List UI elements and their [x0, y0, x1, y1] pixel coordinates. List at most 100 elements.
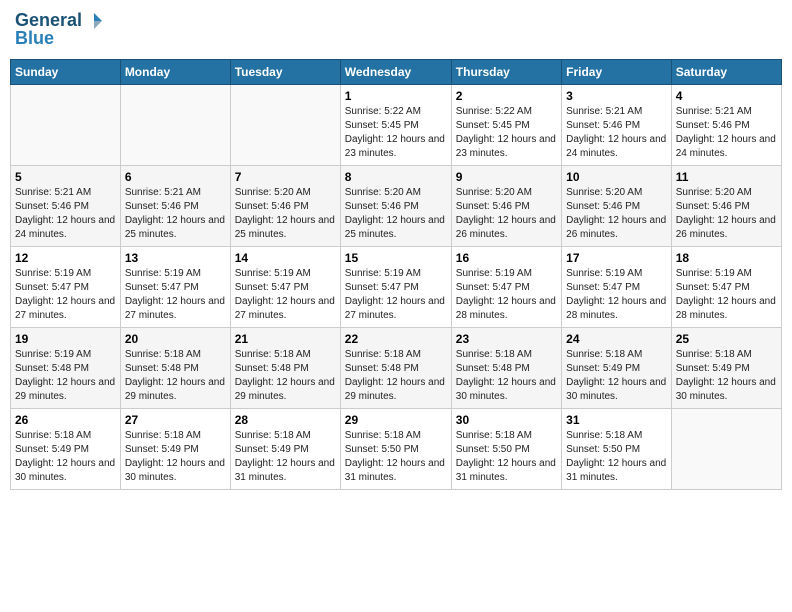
day-cell: 13 Sunrise: 5:19 AMSunset: 5:47 PMDayligh…: [120, 247, 230, 328]
day-cell: 26 Sunrise: 5:18 AMSunset: 5:49 PMDayligh…: [11, 409, 121, 490]
day-number: 7: [235, 170, 336, 184]
day-info: Sunrise: 5:19 AMSunset: 5:47 PMDaylight:…: [15, 267, 116, 323]
day-cell: 3 Sunrise: 5:21 AMSunset: 5:46 PMDaylight…: [562, 85, 672, 166]
day-cell: 6 Sunrise: 5:21 AMSunset: 5:46 PMDaylight…: [120, 166, 230, 247]
day-number: 15: [345, 251, 447, 265]
day-cell: 1 Sunrise: 5:22 AMSunset: 5:45 PMDaylight…: [340, 85, 451, 166]
day-number: 11: [676, 170, 777, 184]
day-info: Sunrise: 5:18 AMSunset: 5:48 PMDaylight:…: [456, 348, 557, 404]
logo: General Blue: [15, 10, 104, 49]
day-cell: 19 Sunrise: 5:19 AMSunset: 5:48 PMDayligh…: [11, 328, 121, 409]
day-number: 3: [566, 89, 667, 103]
day-info: Sunrise: 5:20 AMSunset: 5:46 PMDaylight:…: [235, 186, 336, 242]
calendar-header-row: SundayMondayTuesdayWednesdayThursdayFrid…: [11, 60, 782, 85]
day-info: Sunrise: 5:19 AMSunset: 5:47 PMDaylight:…: [125, 267, 226, 323]
day-cell: 21 Sunrise: 5:18 AMSunset: 5:48 PMDayligh…: [230, 328, 340, 409]
weekday-header: Wednesday: [340, 60, 451, 85]
day-number: 26: [15, 413, 116, 427]
day-number: 27: [125, 413, 226, 427]
day-info: Sunrise: 5:19 AMSunset: 5:47 PMDaylight:…: [235, 267, 336, 323]
day-info: Sunrise: 5:21 AMSunset: 5:46 PMDaylight:…: [676, 105, 777, 161]
empty-day-cell: [120, 85, 230, 166]
day-info: Sunrise: 5:22 AMSunset: 5:45 PMDaylight:…: [456, 105, 557, 161]
day-number: 12: [15, 251, 116, 265]
page-header: General Blue: [10, 10, 782, 49]
day-cell: 28 Sunrise: 5:18 AMSunset: 5:49 PMDayligh…: [230, 409, 340, 490]
day-info: Sunrise: 5:18 AMSunset: 5:49 PMDaylight:…: [235, 429, 336, 485]
weekday-header: Friday: [562, 60, 672, 85]
day-info: Sunrise: 5:21 AMSunset: 5:46 PMDaylight:…: [566, 105, 667, 161]
day-cell: 7 Sunrise: 5:20 AMSunset: 5:46 PMDaylight…: [230, 166, 340, 247]
day-number: 23: [456, 332, 557, 346]
day-number: 1: [345, 89, 447, 103]
day-number: 13: [125, 251, 226, 265]
empty-day-cell: [230, 85, 340, 166]
calendar-week-row: 19 Sunrise: 5:19 AMSunset: 5:48 PMDayligh…: [11, 328, 782, 409]
day-info: Sunrise: 5:19 AMSunset: 5:47 PMDaylight:…: [345, 267, 447, 323]
day-number: 18: [676, 251, 777, 265]
day-number: 29: [345, 413, 447, 427]
empty-day-cell: [671, 409, 781, 490]
day-cell: 20 Sunrise: 5:18 AMSunset: 5:48 PMDayligh…: [120, 328, 230, 409]
day-number: 21: [235, 332, 336, 346]
day-number: 2: [456, 89, 557, 103]
day-number: 25: [676, 332, 777, 346]
day-cell: 16 Sunrise: 5:19 AMSunset: 5:47 PMDayligh…: [451, 247, 561, 328]
day-cell: 14 Sunrise: 5:19 AMSunset: 5:47 PMDayligh…: [230, 247, 340, 328]
day-cell: 30Sunrise: 5:18 AMSunset: 5:50 PMDayligh…: [451, 409, 561, 490]
day-number: 24: [566, 332, 667, 346]
weekday-header: Thursday: [451, 60, 561, 85]
calendar-week-row: 26 Sunrise: 5:18 AMSunset: 5:49 PMDayligh…: [11, 409, 782, 490]
day-cell: 15 Sunrise: 5:19 AMSunset: 5:47 PMDayligh…: [340, 247, 451, 328]
day-number: 14: [235, 251, 336, 265]
day-info: Sunrise: 5:18 AMSunset: 5:50 PMDaylight:…: [345, 429, 447, 485]
day-info: Sunrise: 5:21 AMSunset: 5:46 PMDaylight:…: [15, 186, 116, 242]
day-cell: 29 Sunrise: 5:18 AMSunset: 5:50 PMDayligh…: [340, 409, 451, 490]
day-cell: 10 Sunrise: 5:20 AMSunset: 5:46 PMDayligh…: [562, 166, 672, 247]
weekday-header: Monday: [120, 60, 230, 85]
day-info: Sunrise: 5:18 AMSunset: 5:48 PMDaylight:…: [345, 348, 447, 404]
day-info: Sunrise: 5:20 AMSunset: 5:46 PMDaylight:…: [456, 186, 557, 242]
day-number: 10: [566, 170, 667, 184]
day-number: 28: [235, 413, 336, 427]
day-cell: 5 Sunrise: 5:21 AMSunset: 5:46 PMDaylight…: [11, 166, 121, 247]
day-number: 5: [15, 170, 116, 184]
day-cell: 17 Sunrise: 5:19 AMSunset: 5:47 PMDayligh…: [562, 247, 672, 328]
day-info: Sunrise: 5:19 AMSunset: 5:47 PMDaylight:…: [456, 267, 557, 323]
day-info: Sunrise: 5:21 AMSunset: 5:46 PMDaylight:…: [125, 186, 226, 242]
day-number: 9: [456, 170, 557, 184]
day-cell: 8Sunrise: 5:20 AMSunset: 5:46 PMDaylight…: [340, 166, 451, 247]
day-info: Sunrise: 5:18 AMSunset: 5:49 PMDaylight:…: [125, 429, 226, 485]
day-info: Sunrise: 5:19 AMSunset: 5:48 PMDaylight:…: [15, 348, 116, 404]
day-info: Sunrise: 5:18 AMSunset: 5:48 PMDaylight:…: [125, 348, 226, 404]
day-info: Sunrise: 5:22 AMSunset: 5:45 PMDaylight:…: [345, 105, 447, 161]
calendar-week-row: 12 Sunrise: 5:19 AMSunset: 5:47 PMDayligh…: [11, 247, 782, 328]
day-info: Sunrise: 5:19 AMSunset: 5:47 PMDaylight:…: [566, 267, 667, 323]
day-cell: 4Sunrise: 5:21 AMSunset: 5:46 PMDaylight…: [671, 85, 781, 166]
day-cell: 9 Sunrise: 5:20 AMSunset: 5:46 PMDaylight…: [451, 166, 561, 247]
day-number: 19: [15, 332, 116, 346]
day-number: 8: [345, 170, 447, 184]
weekday-header: Sunday: [11, 60, 121, 85]
day-info: Sunrise: 5:18 AMSunset: 5:49 PMDaylight:…: [15, 429, 116, 485]
day-cell: 25Sunrise: 5:18 AMSunset: 5:49 PMDayligh…: [671, 328, 781, 409]
day-cell: 24 Sunrise: 5:18 AMSunset: 5:49 PMDayligh…: [562, 328, 672, 409]
day-cell: 11 Sunrise: 5:20 AMSunset: 5:46 PMDayligh…: [671, 166, 781, 247]
day-number: 6: [125, 170, 226, 184]
day-cell: 2 Sunrise: 5:22 AMSunset: 5:45 PMDaylight…: [451, 85, 561, 166]
day-info: Sunrise: 5:18 AMSunset: 5:50 PMDaylight:…: [456, 429, 557, 485]
day-number: 16: [456, 251, 557, 265]
day-info: Sunrise: 5:19 AMSunset: 5:47 PMDaylight:…: [676, 267, 777, 323]
day-cell: 27 Sunrise: 5:18 AMSunset: 5:49 PMDayligh…: [120, 409, 230, 490]
day-number: 17: [566, 251, 667, 265]
day-info: Sunrise: 5:18 AMSunset: 5:49 PMDaylight:…: [566, 348, 667, 404]
day-number: 22: [345, 332, 447, 346]
day-number: 31: [566, 413, 667, 427]
weekday-header: Saturday: [671, 60, 781, 85]
day-number: 20: [125, 332, 226, 346]
day-info: Sunrise: 5:18 AMSunset: 5:48 PMDaylight:…: [235, 348, 336, 404]
day-info: Sunrise: 5:20 AMSunset: 5:46 PMDaylight:…: [566, 186, 667, 242]
day-cell: 22 Sunrise: 5:18 AMSunset: 5:48 PMDayligh…: [340, 328, 451, 409]
day-info: Sunrise: 5:20 AMSunset: 5:46 PMDaylight:…: [676, 186, 777, 242]
empty-day-cell: [11, 85, 121, 166]
